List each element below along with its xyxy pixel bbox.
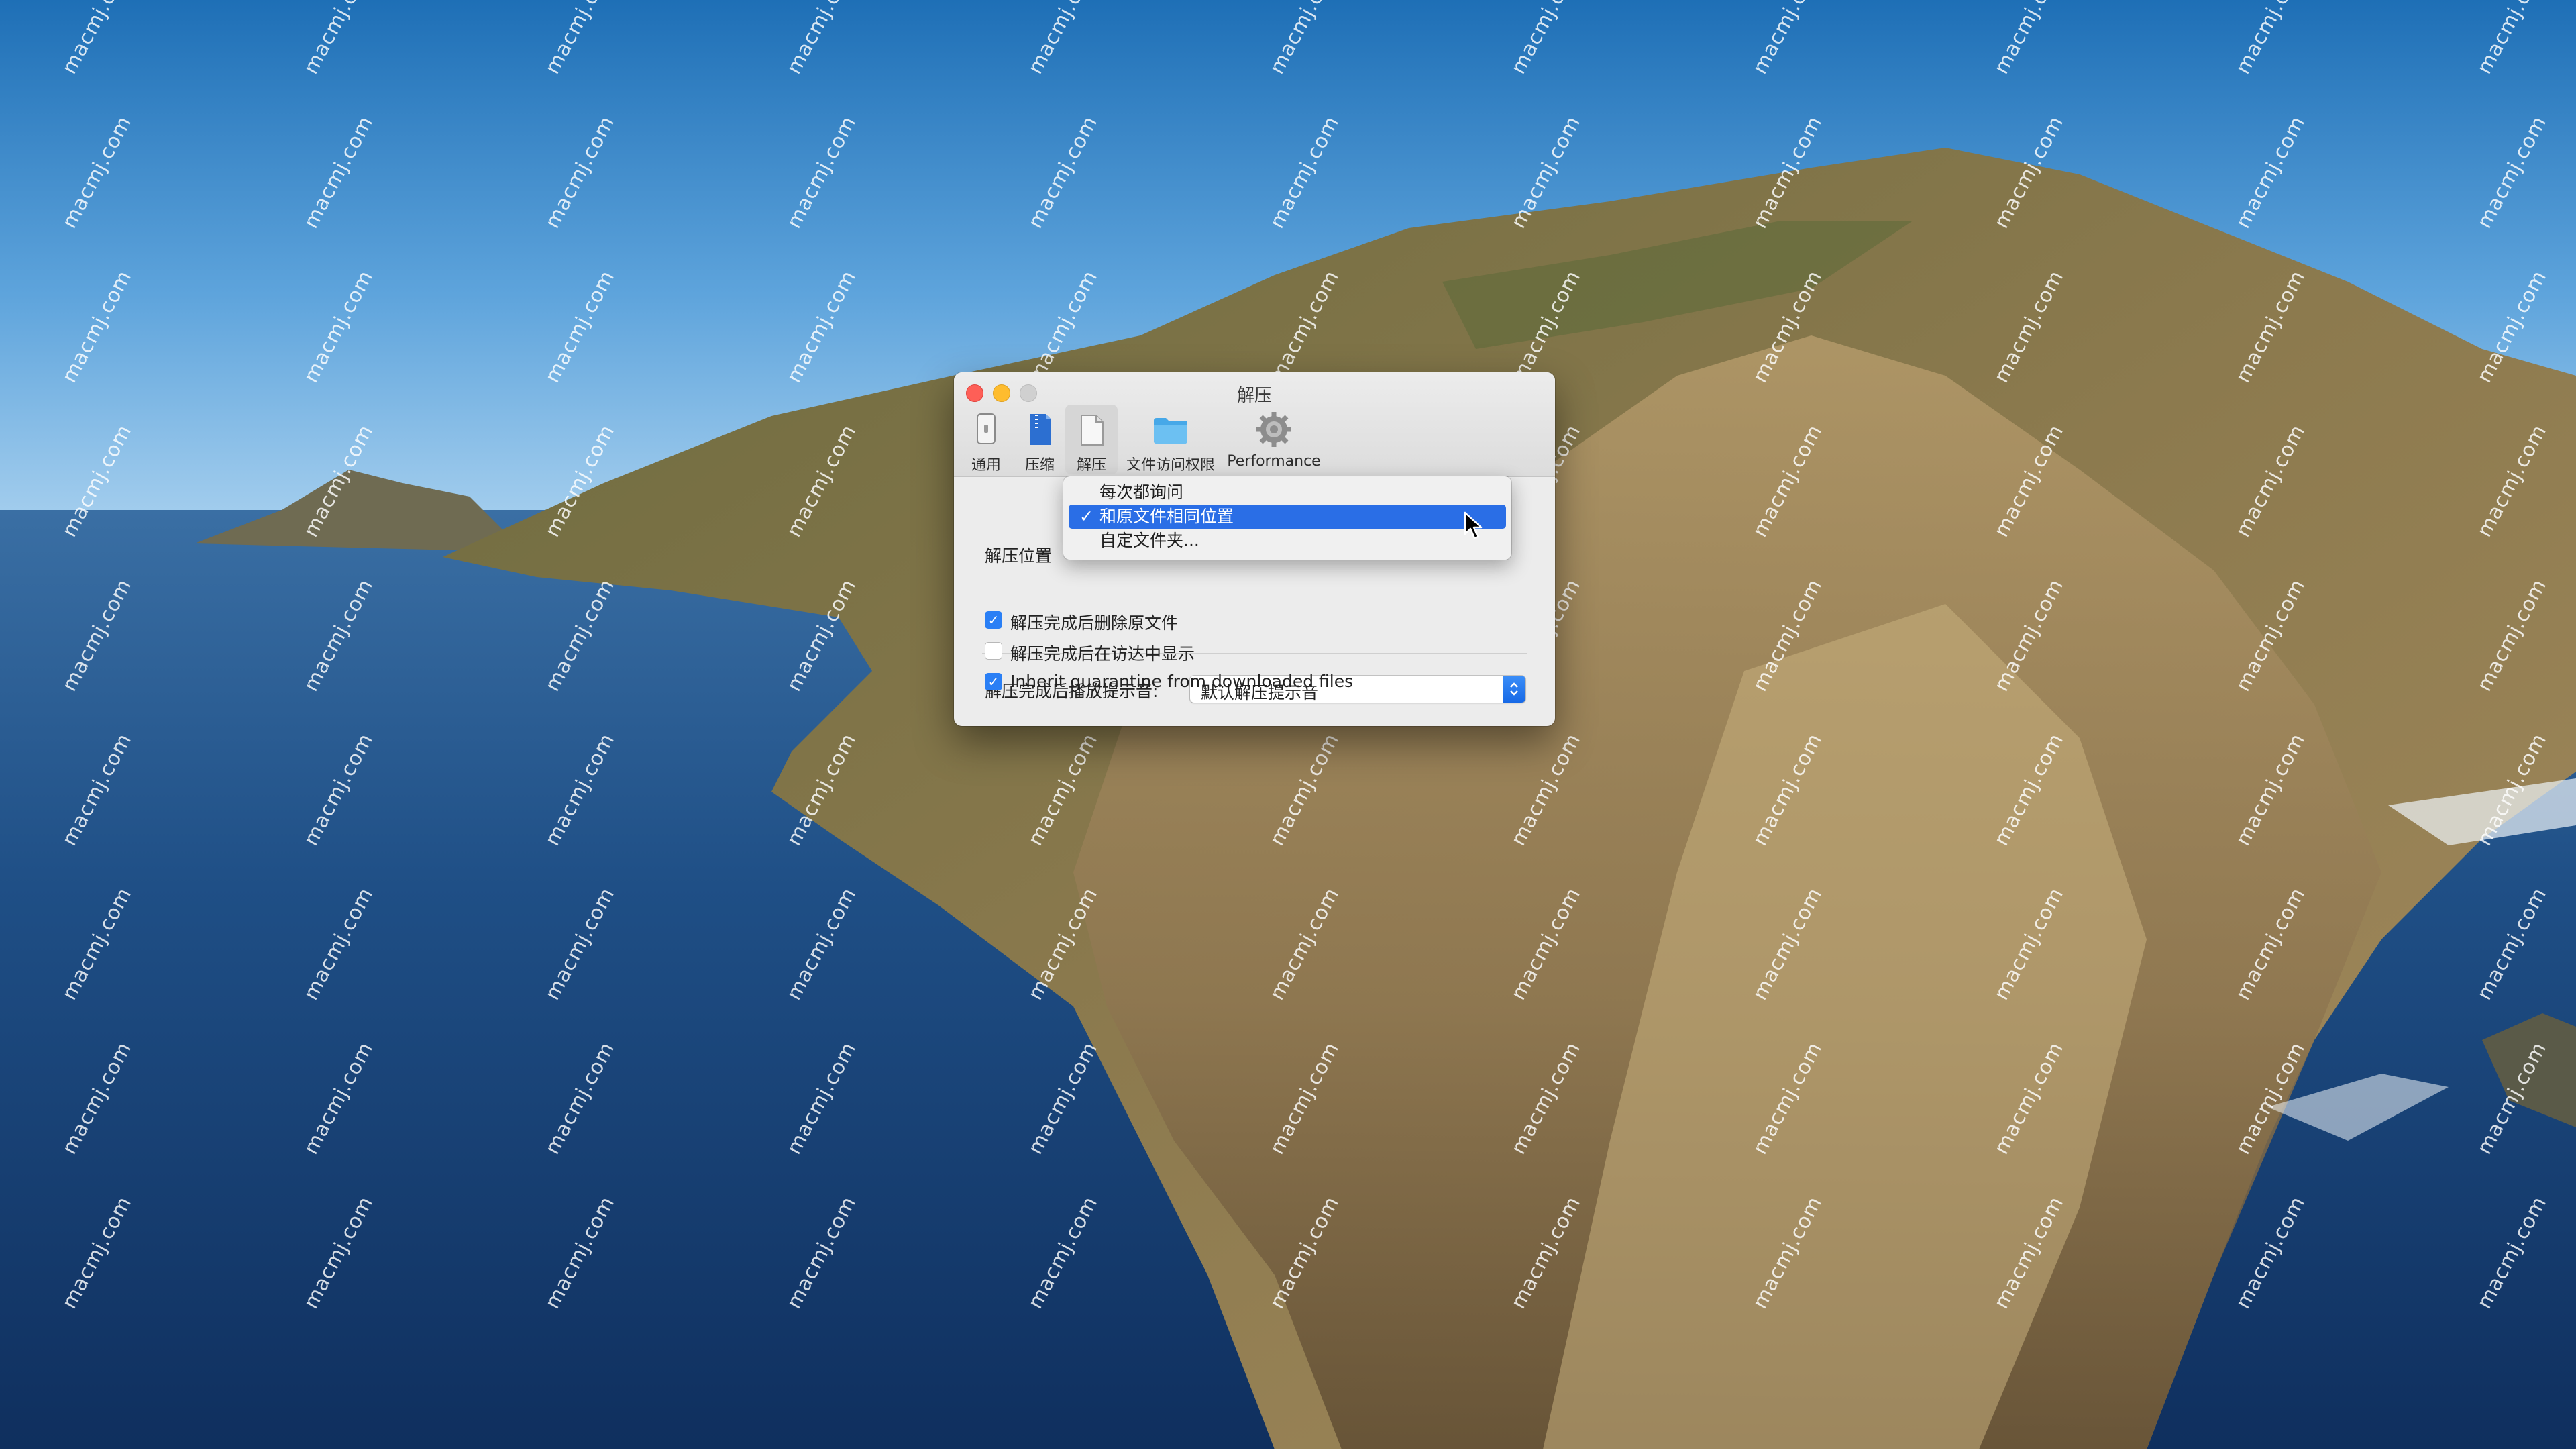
menu-item-label: 和原文件相同位置 [1099,507,1234,526]
toolbar-item-file-access[interactable]: 文件访问权限 [1120,405,1221,474]
toolbar-label: 文件访问权限 [1126,457,1215,474]
archive-icon [1030,414,1051,445]
mouse-pointer-icon [1464,511,1483,539]
menu-item-ask[interactable]: 每次都询问 [1069,480,1506,505]
checkbox-label: Inherit quarantine from downloaded files [1010,672,1354,691]
checkbox-delete-source[interactable]: ✓ [985,611,1002,629]
checkbox-reveal-in-finder[interactable] [985,642,1002,660]
document-icon [1081,415,1104,446]
window-title: 解压 [1236,386,1272,406]
checkmark-icon: ✓ [1079,507,1093,526]
checkbox-label: 解压完成后在访达中显示 [1010,644,1195,664]
checkbox-label: 解压完成后删除原文件 [1010,613,1179,633]
menu-item-label: 自定文件夹... [1099,531,1199,550]
menu-item-custom-folder[interactable]: 自定文件夹... [1069,529,1506,553]
gear-icon [1256,412,1291,447]
extract-location-menu: 每次都询问 ✓ 和原文件相同位置 自定文件夹... [1063,476,1511,560]
toolbar-item-general[interactable]: 通用 [961,405,1012,474]
toolbar-label: 解压 [1076,457,1106,474]
toolbar-label: Performance [1227,453,1321,470]
popup-arrows-icon [1503,676,1525,703]
window-titlebar: 解压 通用 压缩 解压 文件访问权限 Performance [954,372,1555,477]
menu-item-same-location[interactable]: ✓ 和原文件相同位置 [1069,505,1506,529]
phone-icon [977,413,996,444]
toolbar-label: 通用 [971,457,1001,474]
extract-location-label: 解压位置 [985,546,1053,566]
checkbox-inherit-quarantine[interactable]: ✓ [985,673,1002,690]
toolbar-label: 压缩 [1024,457,1055,474]
toolbar-item-compress[interactable]: 压缩 [1014,405,1065,474]
toolbar-item-extract[interactable]: 解压 [1065,405,1118,474]
menu-item-label: 每次都询问 [1099,482,1184,502]
folder-icon [1154,418,1187,444]
toolbar-item-performance[interactable]: Performance [1224,405,1324,474]
